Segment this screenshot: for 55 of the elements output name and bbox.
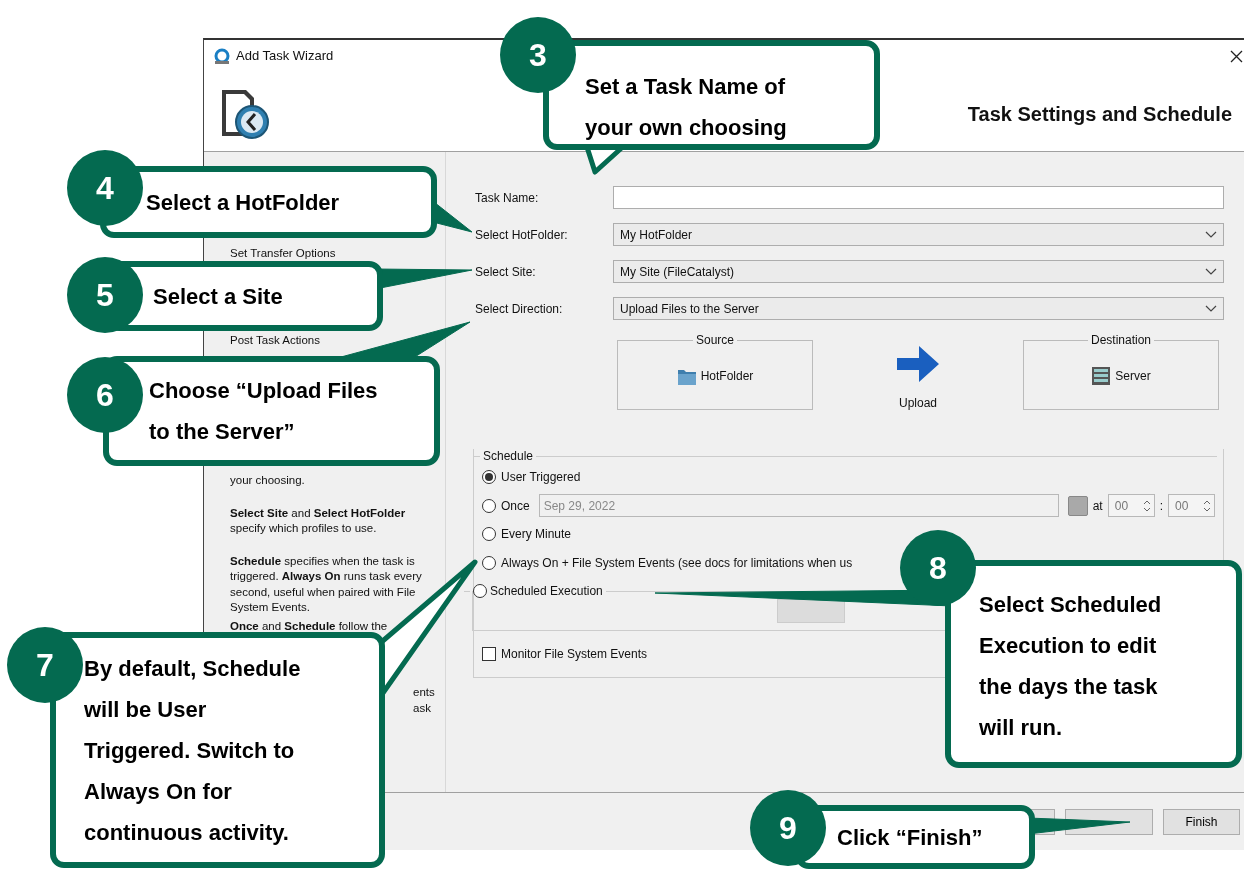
calendar-button[interactable] — [1067, 495, 1088, 516]
radio-label: Every Minute — [501, 526, 572, 544]
endpoint-label: Server — [1115, 368, 1151, 385]
radio-button[interactable] — [482, 555, 496, 570]
radio-button[interactable] — [482, 498, 496, 513]
chevron-down-icon — [1205, 268, 1217, 275]
sidebar-item[interactable]: Post Task Actions — [230, 334, 320, 347]
window-title: Add Task Wizard — [236, 47, 334, 66]
field-label: Select Direction: — [475, 300, 564, 318]
group-box-legend: Source — [696, 331, 734, 349]
radio-button[interactable] — [473, 584, 487, 598]
help-text: ask — [413, 700, 431, 716]
step-number: 6 — [67, 357, 143, 433]
radio-label: User Triggered — [501, 469, 581, 487]
transfer-label: Upload — [899, 395, 937, 412]
spinner-arrows-icon — [1142, 498, 1151, 513]
server-icon — [1091, 366, 1112, 386]
page-heading: Task Settings and Schedule — [967, 101, 1232, 127]
callout: Select Scheduled Execution to edit the days the task will run. — [945, 560, 1242, 768]
radio-label: Scheduled Execution — [490, 583, 603, 600]
spin-box[interactable]: 00 — [1168, 494, 1216, 518]
time-separator: : — [1159, 497, 1164, 515]
folder-icon — [676, 367, 697, 385]
app-logo-icon — [214, 48, 230, 64]
chevron-down-icon — [1205, 305, 1217, 312]
dropdown[interactable]: My Site (FileCatalyst) — [613, 260, 1224, 283]
finish-button[interactable]: Finish — [1163, 808, 1240, 835]
group-box-legend: Destination — [1091, 331, 1152, 349]
dropdown[interactable]: My HotFolder — [613, 223, 1224, 246]
help-text: your choosing. — [230, 473, 306, 488]
step-number: 4 — [67, 150, 143, 226]
help-text: Schedule specifies when the task is triggered. Always On runs task every second, useful when paired with File System Events. — [230, 553, 423, 615]
field-label: Select HotFolder: — [475, 226, 569, 244]
close-icon[interactable] — [1230, 49, 1243, 63]
step-number: 5 — [67, 257, 143, 333]
spinner-arrows-icon — [1203, 498, 1212, 513]
help-text: Select Site and Select HotFolder specify which profiles to use. — [230, 505, 407, 536]
radio-label: Once — [501, 497, 530, 515]
radio-button[interactable] — [482, 527, 496, 542]
checkbox[interactable] — [482, 647, 496, 661]
checkbox-label: Monitor File System Events — [501, 646, 648, 663]
radio-label: Always On + File System Events (see docs for limitations when us — [501, 554, 853, 572]
radio-button[interactable] — [482, 470, 496, 485]
field-label: Task Name: — [475, 189, 540, 207]
endpoint-label: HotFolder — [700, 368, 754, 385]
at-label: at — [1092, 497, 1103, 515]
field-label: Select Site: — [475, 263, 537, 281]
help-text: Once and Schedule follow the — [230, 618, 389, 634]
sidebar-item[interactable]: Set Transfer Options — [230, 247, 336, 260]
group-box-legend: Schedule — [483, 447, 534, 465]
dropdown[interactable]: Upload Files to the Server — [613, 297, 1224, 320]
help-text: ents — [413, 685, 435, 700]
chevron-down-icon — [1205, 231, 1217, 238]
input-field[interactable] — [613, 186, 1224, 209]
spin-box[interactable]: 00 — [1107, 494, 1155, 518]
